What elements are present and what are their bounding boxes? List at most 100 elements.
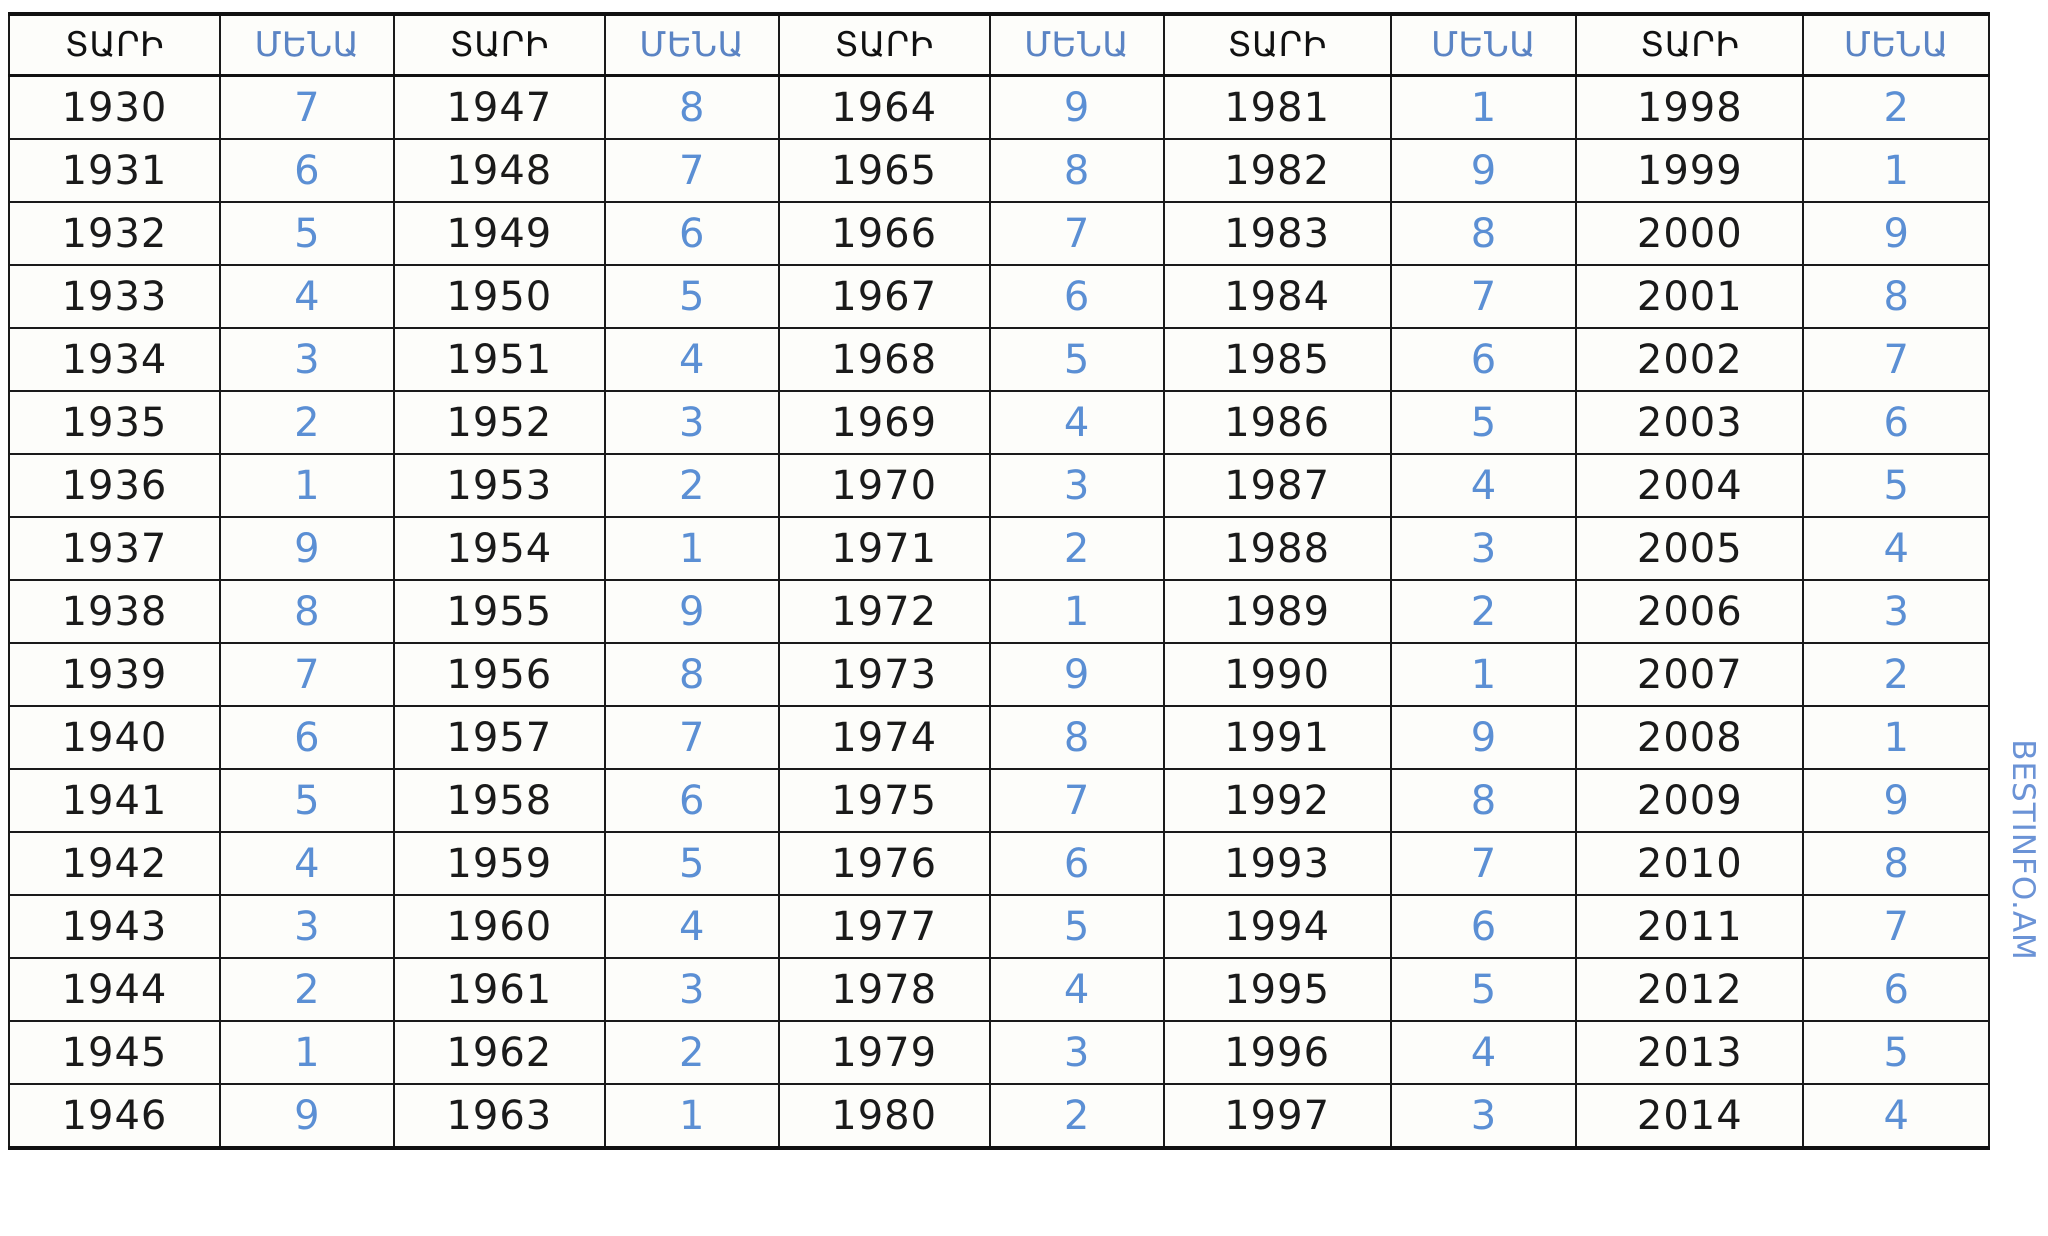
table-row: 1938 8 1955 9 1972 1 1989 2 2006 3 xyxy=(8,579,1990,644)
cell-year: 2006 xyxy=(1575,579,1805,644)
cell-year: 1951 xyxy=(392,327,606,392)
table-row: 1941 5 1958 6 1975 7 1992 8 2009 9 xyxy=(8,768,1990,833)
cell-year: 1966 xyxy=(777,201,991,266)
cell-value: 1 xyxy=(603,1083,780,1150)
table-row: 1940 6 1957 7 1974 8 1991 9 2008 1 xyxy=(8,705,1990,770)
cell-year: 1996 xyxy=(1162,1020,1392,1085)
cell-value: 1 xyxy=(218,453,395,518)
cell-year: 1995 xyxy=(1162,957,1392,1022)
cell-value: 3 xyxy=(603,390,780,455)
cell-year: 2011 xyxy=(1575,894,1805,959)
cell-value: 8 xyxy=(988,138,1165,203)
cell-value: 5 xyxy=(603,831,780,896)
cell-year: 2014 xyxy=(1575,1083,1805,1150)
cell-year: 1980 xyxy=(777,1083,991,1150)
cell-value: 5 xyxy=(988,327,1165,392)
column-header-value-2: ՄԵՆԱ xyxy=(603,12,780,77)
cell-value: 8 xyxy=(1389,768,1578,833)
cell-year: 1979 xyxy=(777,1020,991,1085)
cell-year: 1973 xyxy=(777,642,991,707)
cell-year: 1998 xyxy=(1575,74,1805,140)
cell-value: 8 xyxy=(988,705,1165,770)
cell-year: 1941 xyxy=(8,768,221,833)
cell-year: 2000 xyxy=(1575,201,1805,266)
cell-year: 1955 xyxy=(392,579,606,644)
cell-value: 3 xyxy=(1389,1083,1578,1150)
cell-value: 8 xyxy=(1802,264,1990,329)
table-body: 1930 7 1947 8 1964 9 1981 1 1998 2 1931 6 1948 7 1965 8… xyxy=(8,74,1990,1150)
cell-year: 1984 xyxy=(1162,264,1392,329)
cell-value: 3 xyxy=(988,1020,1165,1085)
cell-value: 8 xyxy=(1389,201,1578,266)
cell-value: 1 xyxy=(218,1020,395,1085)
cell-year: 1947 xyxy=(392,74,606,140)
cell-value: 7 xyxy=(1802,894,1990,959)
column-header-value-1: ՄԵՆԱ xyxy=(218,12,395,77)
cell-value: 1 xyxy=(1802,138,1990,203)
cell-value: 5 xyxy=(1389,390,1578,455)
cell-year: 2002 xyxy=(1575,327,1805,392)
watermark: BESTINFO.AM xyxy=(2000,700,2046,1000)
cell-year: 1986 xyxy=(1162,390,1392,455)
table-row: 1937 9 1954 1 1971 2 1988 3 2005 4 xyxy=(8,516,1990,581)
cell-year: 1930 xyxy=(8,74,221,140)
cell-year: 1942 xyxy=(8,831,221,896)
cell-year: 1935 xyxy=(8,390,221,455)
cell-year: 1990 xyxy=(1162,642,1392,707)
cell-value: 9 xyxy=(988,642,1165,707)
cell-year: 1983 xyxy=(1162,201,1392,266)
cell-year: 2007 xyxy=(1575,642,1805,707)
cell-value: 2 xyxy=(1802,74,1990,140)
cell-value: 2 xyxy=(603,1020,780,1085)
table-row: 1944 2 1961 3 1978 4 1995 5 2012 6 xyxy=(8,957,1990,1022)
cell-value: 2 xyxy=(988,516,1165,581)
table-row: 1945 1 1962 2 1979 3 1996 4 2013 5 xyxy=(8,1020,1990,1085)
table-row: 1933 4 1950 5 1967 6 1984 7 2001 8 xyxy=(8,264,1990,329)
cell-value: 6 xyxy=(988,264,1165,329)
cell-value: 1 xyxy=(1389,642,1578,707)
cell-year: 1967 xyxy=(777,264,991,329)
cell-year: 1960 xyxy=(392,894,606,959)
cell-year: 1972 xyxy=(777,579,991,644)
cell-value: 2 xyxy=(218,390,395,455)
cell-value: 8 xyxy=(1802,831,1990,896)
cell-value: 9 xyxy=(1802,201,1990,266)
cell-value: 5 xyxy=(603,264,780,329)
cell-value: 4 xyxy=(603,327,780,392)
cell-value: 9 xyxy=(988,74,1165,140)
table-row: 1939 7 1956 8 1973 9 1990 1 2007 2 xyxy=(8,642,1990,707)
cell-year: 1991 xyxy=(1162,705,1392,770)
cell-year: 1997 xyxy=(1162,1083,1392,1150)
table-row: 1931 6 1948 7 1965 8 1982 9 1999 1 xyxy=(8,138,1990,203)
cell-value: 2 xyxy=(218,957,395,1022)
cell-value: 5 xyxy=(218,201,395,266)
cell-year: 1943 xyxy=(8,894,221,959)
cell-year: 1994 xyxy=(1162,894,1392,959)
cell-year: 1952 xyxy=(392,390,606,455)
cell-value: 3 xyxy=(218,327,395,392)
cell-value: 2 xyxy=(603,453,780,518)
cell-value: 4 xyxy=(1802,1083,1990,1150)
cell-year: 1976 xyxy=(777,831,991,896)
cell-value: 7 xyxy=(603,705,780,770)
cell-value: 4 xyxy=(988,957,1165,1022)
cell-value: 7 xyxy=(1389,264,1578,329)
cell-year: 1975 xyxy=(777,768,991,833)
column-header-year-5: ՏԱՐԻ xyxy=(1575,12,1805,77)
cell-year: 1989 xyxy=(1162,579,1392,644)
cell-value: 9 xyxy=(1389,138,1578,203)
cell-year: 1958 xyxy=(392,768,606,833)
cell-year: 1938 xyxy=(8,579,221,644)
cell-value: 9 xyxy=(218,516,395,581)
cell-year: 2013 xyxy=(1575,1020,1805,1085)
cell-year: 1985 xyxy=(1162,327,1392,392)
cell-value: 4 xyxy=(1389,1020,1578,1085)
cell-year: 1971 xyxy=(777,516,991,581)
cell-value: 6 xyxy=(218,138,395,203)
column-header-value-3: ՄԵՆԱ xyxy=(988,12,1165,77)
cell-year: 2010 xyxy=(1575,831,1805,896)
cell-value: 7 xyxy=(988,201,1165,266)
cell-value: 3 xyxy=(603,957,780,1022)
table-row: 1936 1 1953 2 1970 3 1987 4 2004 5 xyxy=(8,453,1990,518)
table-row: 1932 5 1949 6 1966 7 1983 8 2000 9 xyxy=(8,201,1990,266)
